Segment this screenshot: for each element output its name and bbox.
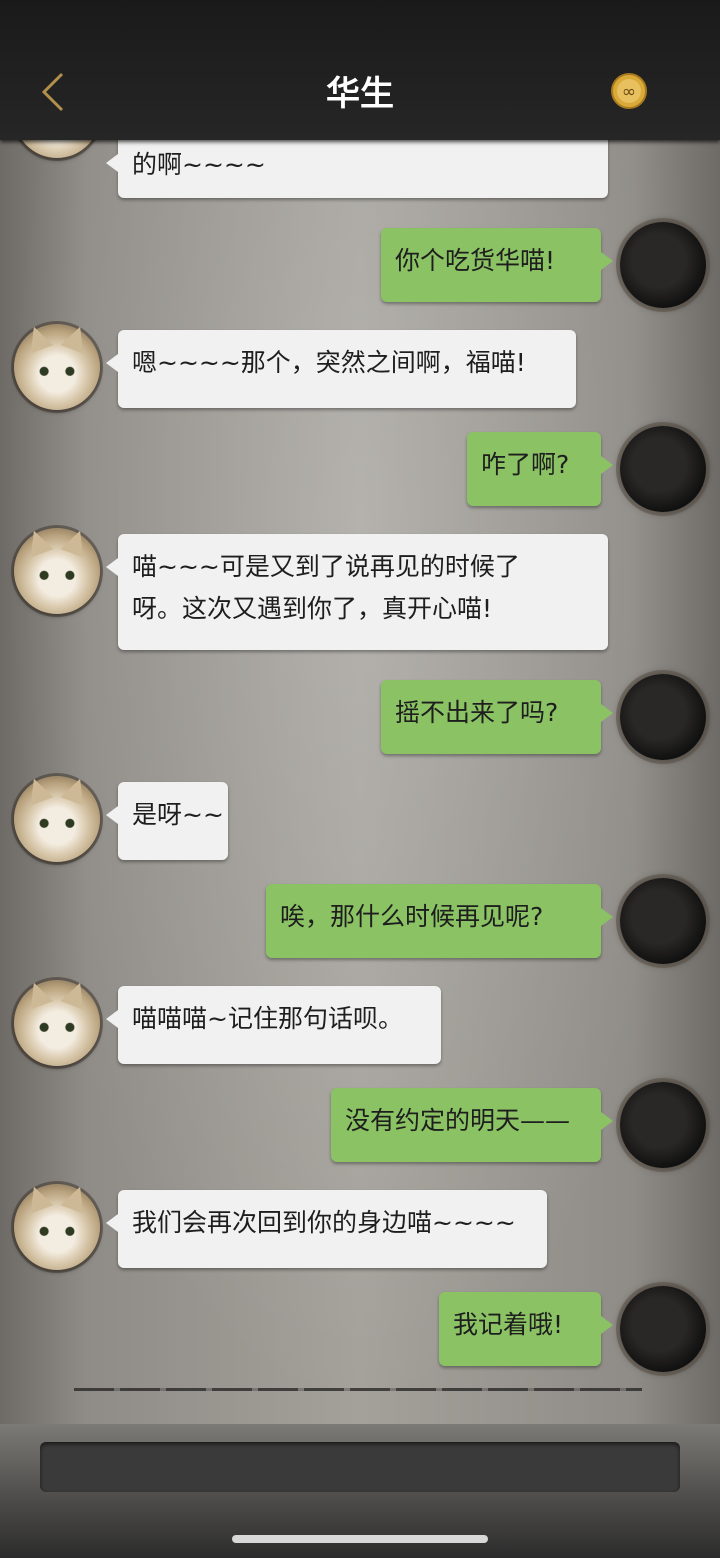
message-bubble-outgoing[interactable]: 摇不出来了吗?: [381, 680, 613, 754]
message-text: 摇不出来了吗?: [395, 698, 559, 727]
message-bubble-incoming[interactable]: 喵喵喵~记住那句话呗。: [106, 986, 441, 1064]
avatar-user[interactable]: [620, 1286, 706, 1372]
avatar-user[interactable]: [620, 1082, 706, 1168]
message-bubble-outgoing[interactable]: 我记着哦!: [439, 1292, 613, 1366]
avatar-user[interactable]: [620, 878, 706, 964]
top-bar: 华生 ∞: [0, 0, 720, 140]
message-text: 我记着哦!: [453, 1310, 564, 1339]
infinity-coin-icon[interactable]: ∞: [610, 72, 648, 110]
message-text: 咋了啊?: [481, 450, 570, 479]
message-bubble-incoming[interactable]: 喵~~~可是又到了说再见的时候了 呀。这次又遇到你了，真开心喵!: [106, 534, 608, 650]
avatar-cat[interactable]: [14, 980, 100, 1066]
avatar-cat[interactable]: [14, 1184, 100, 1270]
message-bubble-incoming[interactable]: 我们会再次回到你的身边喵~~~~: [106, 1190, 547, 1268]
message-bubble-outgoing[interactable]: 唉，那什么时候再见呢?: [266, 884, 613, 958]
message-text-line: 喵~~~可是又到了说再见的时候了: [132, 552, 520, 581]
message-text: 你个吃货华喵!: [395, 246, 556, 275]
message-text: 是呀~~: [132, 800, 224, 829]
message-text: 嗯~~~~那个，突然之间啊，福喵!: [132, 348, 526, 377]
message-bubble-outgoing[interactable]: 没有约定的明天——: [331, 1088, 613, 1162]
message-text: 我们会再次回到你的身边喵~~~~: [132, 1208, 516, 1237]
message-text-line: 呀。这次又遇到你了，真开心喵!: [132, 594, 493, 623]
message-bubble-outgoing[interactable]: 你个吃货华喵!: [381, 228, 613, 302]
avatar-cat[interactable]: [14, 324, 100, 410]
message-bubble-outgoing[interactable]: 咋了啊?: [467, 432, 613, 506]
message-bubble-incoming[interactable]: 嗯~~~~那个，突然之间啊，福喵!: [106, 330, 576, 408]
avatar-user[interactable]: [620, 674, 706, 760]
message-text: 的啊~~~~: [132, 150, 266, 179]
message-input[interactable]: [40, 1442, 680, 1492]
message-text: 唉，那什么时候再见呢?: [280, 902, 544, 931]
home-indicator[interactable]: [232, 1535, 488, 1543]
avatar-cat[interactable]: [14, 140, 100, 158]
avatar-user[interactable]: [620, 426, 706, 512]
chat-area[interactable]: 的啊~~~~ 你个吃货华喵! 嗯~~~~那个，突然之间啊，福喵! 咋了啊? 喵~…: [0, 140, 720, 1424]
message-bubble-incoming[interactable]: 的啊~~~~: [106, 140, 608, 198]
message-bubble-incoming[interactable]: 是呀~~: [106, 782, 228, 860]
message-text: 没有约定的明天——: [345, 1106, 571, 1135]
svg-text:∞: ∞: [622, 82, 636, 102]
avatar-cat[interactable]: [14, 776, 100, 862]
message-text: 喵喵喵~记住那句话呗。: [132, 1004, 403, 1033]
avatar-cat[interactable]: [14, 528, 100, 614]
avatar-user[interactable]: [620, 222, 706, 308]
